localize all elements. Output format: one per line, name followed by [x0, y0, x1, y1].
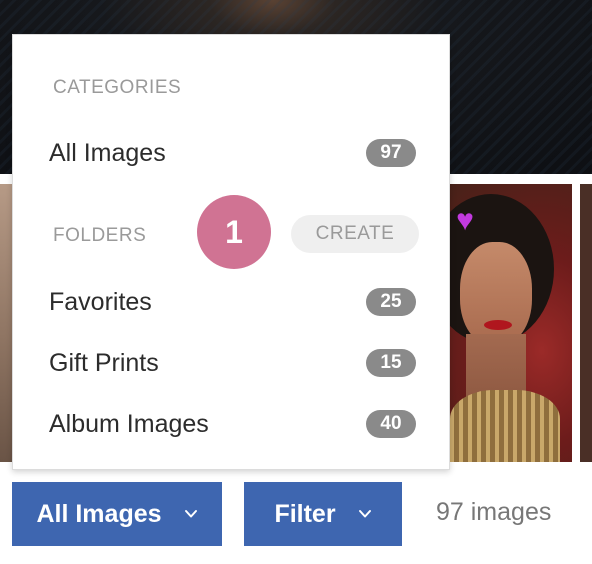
filter-dropdown-button[interactable]: Filter [244, 482, 402, 546]
menu-item-label: Album Images [49, 409, 209, 438]
image-count-label: 97 images [436, 498, 552, 526]
menu-item-album-images[interactable]: Album Images 40 [49, 407, 416, 441]
create-folder-button[interactable]: CREATE [291, 215, 419, 253]
menu-item-label: Favorites [49, 287, 152, 316]
gallery-thumbnail[interactable] [580, 184, 592, 462]
categories-heading: CATEGORIES [53, 77, 182, 98]
all-images-dropdown-button[interactable]: All Images [12, 482, 222, 546]
portrait-jewelry [450, 390, 560, 462]
heart-icon[interactable]: ♥ [449, 206, 481, 236]
step-number-badge: 1 [197, 195, 271, 269]
menu-item-label: Gift Prints [49, 348, 159, 377]
count-badge: 97 [366, 139, 416, 167]
folders-heading: FOLDERS [53, 225, 147, 246]
menu-item-label: All Images [49, 138, 166, 167]
categories-dropdown-menu: CATEGORIES All Images 97 FOLDERS CREATE … [12, 34, 450, 470]
menu-item-gift-prints[interactable]: Gift Prints 15 [49, 346, 416, 380]
count-badge: 15 [366, 349, 416, 377]
count-badge: 25 [366, 288, 416, 316]
menu-item-favorites[interactable]: Favorites 25 [49, 285, 416, 319]
count-badge: 40 [366, 410, 416, 438]
chevron-down-icon [184, 510, 197, 518]
all-images-button-label: All Images [36, 499, 162, 528]
chevron-down-icon [358, 510, 371, 518]
portrait-lips [484, 320, 512, 330]
portrait-face [460, 242, 532, 346]
menu-item-all-images[interactable]: All Images 97 [49, 136, 416, 170]
filter-button-label: Filter [274, 499, 336, 528]
